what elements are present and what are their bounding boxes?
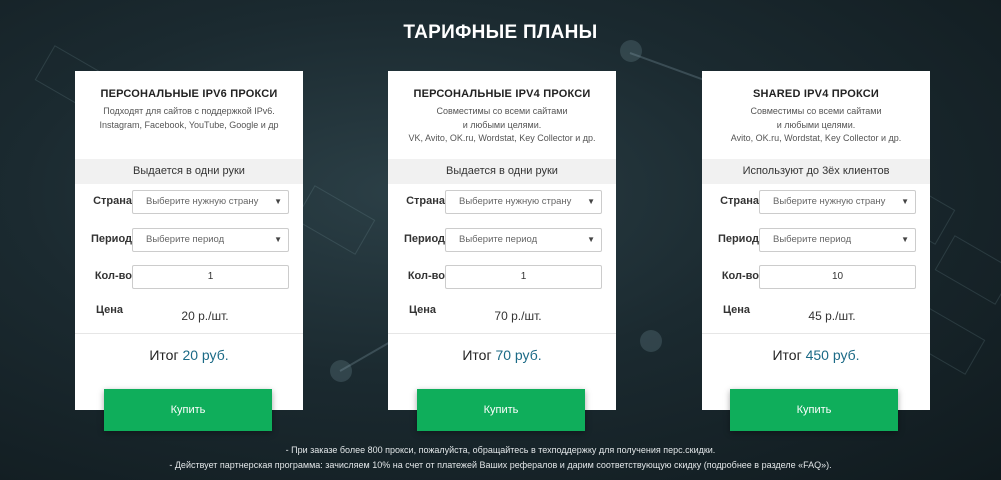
- plan-card-ipv6: ПЕРСОНАЛЬНЫЕ IPV6 ПРОКСИ Подходят для са…: [75, 71, 303, 410]
- country-label: Страна: [93, 195, 132, 207]
- price-value: 20 р./шт.: [181, 309, 229, 323]
- quantity-input[interactable]: 10: [759, 265, 916, 289]
- footer-note: - При заказе более 800 прокси, пожалуйст…: [285, 445, 716, 455]
- plan-strip: Используют до 3ёх клиентов: [702, 159, 930, 184]
- country-select[interactable]: Выберите нужную страну ▼: [445, 190, 602, 214]
- footer-notes: - При заказе более 800 прокси, пожалуйст…: [0, 443, 1001, 473]
- chevron-down-icon: ▼: [587, 197, 595, 206]
- total-amount: 70 руб.: [495, 347, 542, 363]
- quantity-label: Кол-во: [94, 270, 132, 282]
- price-value: 45 р./шт.: [808, 309, 856, 323]
- country-select[interactable]: Выберите нужную страну ▼: [759, 190, 916, 214]
- period-select[interactable]: Выберите период ▼: [445, 228, 602, 252]
- plan-title: ПЕРСОНАЛЬНЫЕ IPV4 ПРОКСИ: [413, 88, 591, 100]
- period-label: Период: [717, 233, 759, 245]
- buy-button-ipv6[interactable]: Купить: [104, 389, 272, 431]
- chevron-down-icon: ▼: [901, 235, 909, 244]
- quantity-label: Кол-во: [721, 270, 759, 282]
- total-line: Итог 70 руб.: [462, 347, 542, 363]
- buy-button-shared[interactable]: Купить: [730, 389, 898, 431]
- period-label: Период: [403, 233, 445, 245]
- plan-description: Совместимы со всеми сайтами и любыми цел…: [730, 106, 902, 143]
- plan-description: Подходят для сайтов с поддержкой IPv6. I…: [99, 106, 279, 130]
- page-title: ТАРИФНЫЕ ПЛАНЫ: [403, 22, 598, 43]
- country-select[interactable]: Выберите нужную страну ▼: [132, 190, 289, 214]
- plan-title: ПЕРСОНАЛЬНЫЕ IPV6 ПРОКСИ: [100, 88, 278, 100]
- total-amount: 20 руб.: [182, 347, 229, 363]
- total-amount: 450 руб.: [805, 347, 860, 363]
- quantity-input[interactable]: 1: [445, 265, 602, 289]
- chevron-down-icon: ▼: [274, 197, 282, 206]
- plan-card-shared: SHARED IPV4 ПРОКСИ Совместимы со всеми с…: [702, 71, 930, 410]
- quantity-label: Кол-во: [407, 270, 445, 282]
- footer-note: - Действует партнерская программа: зачис…: [169, 460, 832, 470]
- plan-strip: Выдается в одни руки: [388, 159, 616, 184]
- country-label: Страна: [720, 195, 759, 207]
- quantity-input[interactable]: 1: [132, 265, 289, 289]
- buy-button-ipv4[interactable]: Купить: [417, 389, 585, 431]
- divider: [702, 333, 930, 334]
- chevron-down-icon: ▼: [274, 235, 282, 244]
- chevron-down-icon: ▼: [587, 235, 595, 244]
- plan-title: SHARED IPV4 ПРОКСИ: [752, 88, 880, 100]
- period-select[interactable]: Выберите период ▼: [132, 228, 289, 252]
- period-label: Период: [90, 233, 132, 245]
- price-value: 70 р./шт.: [494, 309, 542, 323]
- divider: [388, 333, 616, 334]
- plan-strip: Выдается в одни руки: [75, 159, 303, 184]
- total-line: Итог 450 руб.: [772, 347, 860, 363]
- chevron-down-icon: ▼: [901, 197, 909, 206]
- plan-description: Совместимы со всеми сайтами и любыми цел…: [408, 106, 596, 143]
- price-label: Цена: [722, 304, 750, 316]
- country-label: Страна: [406, 195, 445, 207]
- period-select[interactable]: Выберите период ▼: [759, 228, 916, 252]
- plan-card-ipv4: ПЕРСОНАЛЬНЫЕ IPV4 ПРОКСИ Совместимы со в…: [388, 71, 616, 410]
- total-line: Итог 20 руб.: [149, 347, 229, 363]
- price-label: Цена: [408, 304, 436, 316]
- divider: [75, 333, 303, 334]
- price-label: Цена: [95, 304, 123, 316]
